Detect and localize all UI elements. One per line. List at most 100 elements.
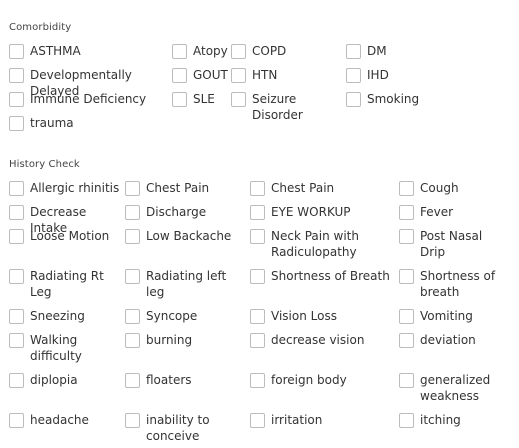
history-checkbox-cough[interactable]: Cough (399, 180, 511, 196)
checkbox-box[interactable] (231, 68, 246, 83)
checkbox-box[interactable] (250, 373, 265, 388)
checkbox-box[interactable] (250, 229, 265, 244)
history-checkbox-eye-workup[interactable]: EYE WORKUP (250, 204, 394, 220)
checkbox-box[interactable] (9, 116, 24, 131)
checkbox-box[interactable] (399, 413, 414, 428)
checkbox-box[interactable] (125, 269, 140, 284)
history-checkbox-radiating-rt-leg[interactable]: Radiating Rt Leg (9, 268, 121, 300)
checkbox-box[interactable] (9, 269, 24, 284)
checkbox-box[interactable] (399, 269, 414, 284)
history-checkbox-burning[interactable]: burning (125, 332, 245, 348)
comorbidity-checkbox-atopy[interactable]: Atopy (172, 43, 230, 59)
checkbox-box[interactable] (399, 229, 414, 244)
history-checkbox-itching[interactable]: itching (399, 412, 511, 428)
comorbidity-checkbox-immune-deficiency[interactable]: Immune Deficiency (9, 91, 169, 107)
checkbox-label: Loose Motion (30, 229, 110, 243)
checkbox-box[interactable] (125, 333, 140, 348)
history-checkbox-post-nasal-drip[interactable]: Post Nasal Drip (399, 228, 511, 260)
history-checkbox-allergic-rhinitis[interactable]: Allergic rhinitis (9, 180, 121, 196)
history-checkbox-fever[interactable]: Fever (399, 204, 511, 220)
comorbidity-checkbox-htn[interactable]: HTN (231, 67, 343, 83)
comorbidity-checkbox-seizure-disorder[interactable]: Seizure Disorder (231, 91, 343, 123)
comorbidity-checkbox-smoking[interactable]: Smoking (346, 91, 426, 107)
history-checkbox-chest-pain[interactable]: Chest Pain (125, 180, 245, 196)
checkbox-box[interactable] (250, 269, 265, 284)
comorbidity-checkbox-ihd[interactable]: IHD (346, 67, 426, 83)
checkbox-box[interactable] (346, 44, 361, 59)
comorbidity-checkbox-dm[interactable]: DM (346, 43, 426, 59)
checkbox-box[interactable] (250, 413, 265, 428)
checkbox-box[interactable] (231, 44, 246, 59)
checkbox-box[interactable] (399, 181, 414, 196)
history-checkbox-floaters[interactable]: floaters (125, 372, 245, 388)
history-checkbox-syncope[interactable]: Syncope (125, 308, 245, 324)
comorbidity-checkbox-trauma[interactable]: trauma (9, 115, 169, 131)
comorbidity-checkbox-asthma[interactable]: ASTHMA (9, 43, 169, 59)
comorbidity-checkbox-sle[interactable]: SLE (172, 91, 230, 107)
history-checkbox-headache[interactable]: headache (9, 412, 121, 428)
history-checkbox-vision-loss[interactable]: Vision Loss (250, 308, 394, 324)
checkbox-box[interactable] (9, 333, 24, 348)
checkbox-box[interactable] (9, 92, 24, 107)
checkbox-box[interactable] (9, 181, 24, 196)
checkbox-box[interactable] (250, 181, 265, 196)
history-checkbox-decrease-vision[interactable]: decrease vision (250, 332, 394, 348)
checkbox-box[interactable] (250, 205, 265, 220)
history-checkbox-chest-pain[interactable]: Chest Pain (250, 180, 394, 196)
checkbox-box[interactable] (9, 68, 24, 83)
checkbox-box[interactable] (9, 309, 24, 324)
checkbox-box[interactable] (172, 68, 187, 83)
history-checkbox-sneezing[interactable]: Sneezing (9, 308, 121, 324)
checkbox-label: Fever (420, 205, 454, 219)
checkbox-box[interactable] (250, 309, 265, 324)
checkbox-box[interactable] (125, 181, 140, 196)
history-checkbox-radiating-left-leg[interactable]: Radiating left leg (125, 268, 245, 300)
checkbox-box[interactable] (9, 413, 24, 428)
history-checkbox-foreign-body[interactable]: foreign body (250, 372, 394, 388)
checkbox-box[interactable] (9, 44, 24, 59)
history-checkbox-neck-pain-with-radiculopathy[interactable]: Neck Pain with Radiculopathy (250, 228, 394, 260)
checkbox-box[interactable] (172, 92, 187, 107)
comorbidity-checkbox-copd[interactable]: COPD (231, 43, 343, 59)
checkbox-label: EYE WORKUP (271, 205, 351, 219)
history-checkbox-vomiting[interactable]: Vomiting (399, 308, 511, 324)
checkbox-box[interactable] (9, 205, 24, 220)
history-checkbox-shortness-of-breath[interactable]: Shortness of breath (399, 268, 511, 300)
checkbox-box[interactable] (250, 333, 265, 348)
checkbox-box[interactable] (172, 44, 187, 59)
checkbox-box[interactable] (399, 205, 414, 220)
checkbox-box[interactable] (231, 92, 246, 107)
checkbox-label: Shortness of Breath (271, 269, 390, 283)
checkbox-box[interactable] (125, 205, 140, 220)
checkbox-label: Smoking (367, 92, 420, 106)
history-checkbox-discharge[interactable]: Discharge (125, 204, 245, 220)
checkbox-box[interactable] (125, 373, 140, 388)
history-checkbox-low-backache[interactable]: Low Backache (125, 228, 245, 244)
checkbox-box[interactable] (399, 333, 414, 348)
checkbox-box[interactable] (399, 373, 414, 388)
checkbox-box[interactable] (399, 309, 414, 324)
checkbox-box[interactable] (125, 413, 140, 428)
checkbox-box[interactable] (125, 309, 140, 324)
comorbidity-checkbox-gout[interactable]: GOUT (172, 67, 230, 83)
checkbox-box[interactable] (9, 373, 24, 388)
checkbox-box[interactable] (346, 92, 361, 107)
checkbox-box[interactable] (346, 68, 361, 83)
checkbox-label: ASTHMA (30, 44, 81, 58)
checkbox-label: deviation (420, 333, 476, 347)
history-checkbox-walking-difficulty[interactable]: Walking difficulty (9, 332, 121, 364)
history-checkbox-loose-motion[interactable]: Loose Motion (9, 228, 121, 244)
history-checkbox-generalized-weakness[interactable]: generalized weakness (399, 372, 511, 404)
checkbox-label: Vision Loss (271, 309, 337, 323)
checkbox-label: Allergic rhinitis (30, 181, 120, 195)
checkbox-label: Post Nasal Drip (420, 229, 483, 259)
checkbox-box[interactable] (125, 229, 140, 244)
checkbox-box[interactable] (9, 229, 24, 244)
history-checkbox-diplopia[interactable]: diplopia (9, 372, 121, 388)
checkbox-label: Syncope (146, 309, 198, 323)
history-checkbox-deviation[interactable]: deviation (399, 332, 511, 348)
history-checkbox-shortness-of-breath[interactable]: Shortness of Breath (250, 268, 394, 284)
checkbox-label: Sneezing (30, 309, 85, 323)
history-checkbox-irritation[interactable]: irritation (250, 412, 394, 428)
history-checkbox-inability-to-conceive[interactable]: inability to conceive (125, 412, 245, 444)
